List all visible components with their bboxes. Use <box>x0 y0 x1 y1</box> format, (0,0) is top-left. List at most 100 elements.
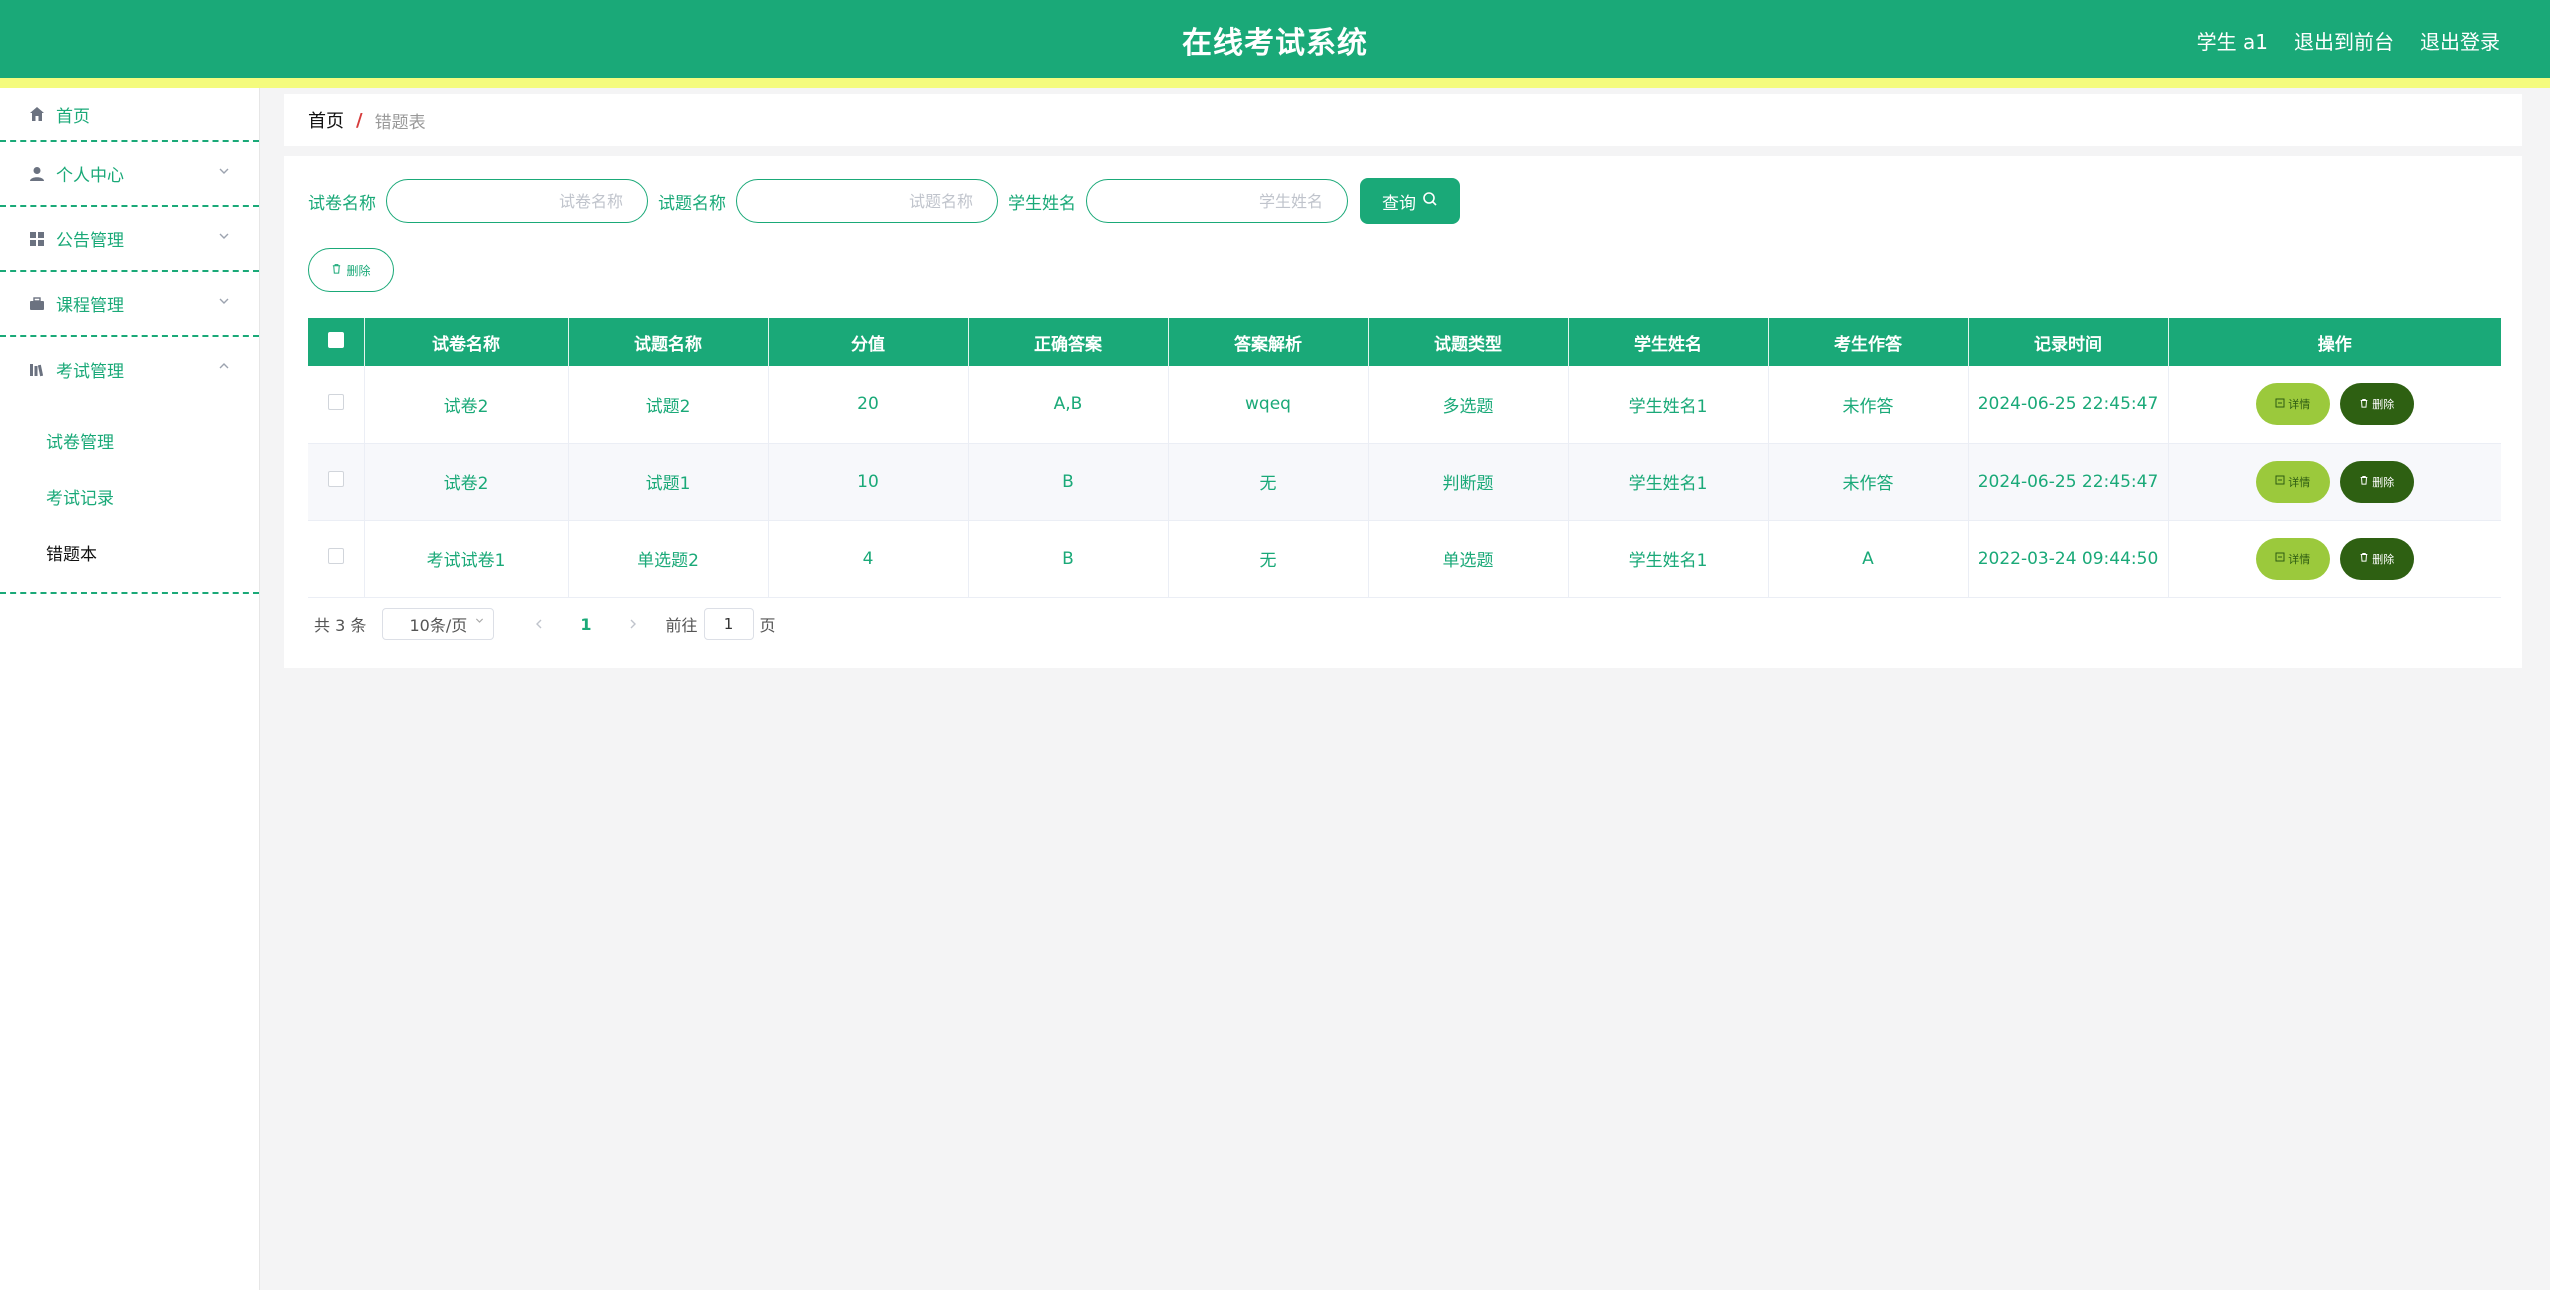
student-name-label: 学生姓名 <box>1008 193 1076 214</box>
question-name-input[interactable] <box>736 179 998 223</box>
column-header: 答案解析 <box>1168 318 1369 366</box>
column-header: 试题类型 <box>1368 318 1569 366</box>
correct-answer-cell: A,B <box>968 366 1169 444</box>
student-name-input[interactable] <box>1086 179 1348 223</box>
actions-cell: 详情 删除 <box>2168 520 2501 598</box>
logout-link[interactable]: 退出登录 <box>2420 26 2500 55</box>
sidebar-item-courses[interactable]: 课程管理 <box>0 272 259 337</box>
column-header: 分值 <box>768 318 969 366</box>
wrong-questions-table: 试卷名称 试题名称 分值 正确答案 答案解析 试题类型 学生姓名 考生作答 记录… <box>308 318 2501 598</box>
table-header-row: 试卷名称 试题名称 分值 正确答案 答案解析 试题类型 学生姓名 考生作答 记录… <box>308 318 2501 366</box>
sidebar-item-notices[interactable]: 公告管理 <box>0 207 259 272</box>
paper-name-input[interactable] <box>386 179 648 223</box>
query-button[interactable]: 查询 <box>1360 178 1460 224</box>
current-user[interactable]: 学生 a1 <box>2197 26 2268 55</box>
sidebar-subitem-wrongbook[interactable]: 错题本 <box>0 524 259 580</box>
column-header: 试题名称 <box>568 318 769 366</box>
exam-submenu: 试卷管理 考试记录 错题本 <box>0 402 259 594</box>
chevron-down-icon <box>474 615 485 629</box>
detail-button-label: 详情 <box>2288 475 2311 489</box>
page-suffix: 页 <box>759 616 776 635</box>
delete-button-label: 删除 <box>2372 475 2395 489</box>
breadcrumb-current: 错题表 <box>374 112 426 133</box>
column-header: 操作 <box>2168 318 2501 366</box>
breadcrumb-home[interactable]: 首页 <box>308 107 344 133</box>
query-button-label: 查询 <box>1382 193 1416 214</box>
row-select-cell <box>308 443 365 521</box>
sidebar: 首页 个人中心 公告管理 课程管理 考试管理 试卷管理 考试记录 错题本 <box>0 88 260 1290</box>
page-number[interactable]: 1 <box>580 615 591 634</box>
page-size-select[interactable]: 10条/页 <box>382 608 495 640</box>
select-all-cell <box>308 318 365 366</box>
briefcase-icon <box>28 295 46 313</box>
paper-name-cell: 考试试卷1 <box>364 520 569 598</box>
select-all-checkbox[interactable] <box>327 331 344 348</box>
detail-button[interactable]: 详情 <box>2255 537 2330 580</box>
app-title: 在线考试系统 <box>1182 26 1368 61</box>
batch-delete-button[interactable]: 删除 <box>308 248 394 292</box>
paper-name-cell: 试卷2 <box>364 443 569 521</box>
total-count: 共 3 条 <box>314 616 367 635</box>
header-actions: 学生 a1 退出到前台 退出登录 <box>2197 26 2500 55</box>
delete-button[interactable]: 删除 <box>2339 537 2414 580</box>
row-checkbox[interactable] <box>327 548 344 564</box>
chevron-down-icon <box>217 294 231 308</box>
delete-button[interactable]: 删除 <box>2339 383 2414 426</box>
trash-icon <box>2359 398 2369 411</box>
table-row: 试卷2 试题2 20 A,B wqeq 多选题 学生姓名1 未作答 2024-0… <box>308 366 2501 444</box>
search-icon <box>1422 191 1438 212</box>
sidebar-item-profile[interactable]: 个人中心 <box>0 142 259 207</box>
page-size-value: 10条/页 <box>409 616 468 635</box>
row-checkbox[interactable] <box>327 393 344 410</box>
paper-name-cell: 试卷2 <box>364 366 569 444</box>
user-icon <box>28 165 46 183</box>
sidebar-item-exams[interactable]: 考试管理 <box>0 337 259 402</box>
search-bar: 试卷名称 试题名称 学生姓名 查询 <box>308 178 1460 224</box>
question-name-cell: 试题2 <box>568 366 769 444</box>
delete-button[interactable]: 删除 <box>2339 460 2414 503</box>
delete-button-label: 删除 <box>2372 398 2395 412</box>
sidebar-subitem-records[interactable]: 考试记录 <box>0 468 259 524</box>
paper-name-label: 试卷名称 <box>308 193 376 214</box>
column-header: 记录时间 <box>1968 318 2169 366</box>
row-checkbox[interactable] <box>327 471 344 487</box>
record-time-cell: 2024-06-25 22:45:47 <box>1968 366 2169 444</box>
app-header: 在线考试系统 学生 a1 退出到前台 退出登录 <box>0 0 2550 78</box>
library-icon <box>28 361 46 379</box>
student-answer-cell: 未作答 <box>1768 366 1969 444</box>
analysis-cell: 无 <box>1168 443 1369 521</box>
goto-label: 前往 <box>665 616 698 635</box>
pagination: 共 3 条 10条/页 1 前往 页 <box>314 608 776 640</box>
student-name-cell: 学生姓名1 <box>1568 366 1769 444</box>
edit-icon <box>2275 475 2285 488</box>
column-header: 学生姓名 <box>1568 318 1769 366</box>
sidebar-item-label: 公告管理 <box>56 231 124 251</box>
next-page-button[interactable] <box>628 615 638 634</box>
sidebar-item-home[interactable]: 首页 <box>0 88 259 142</box>
correct-answer-cell: B <box>968 520 1169 598</box>
batch-delete-label: 删除 <box>346 263 371 278</box>
chevron-up-icon <box>217 359 231 373</box>
detail-button[interactable]: 详情 <box>2255 383 2330 426</box>
sidebar-item-label: 课程管理 <box>56 296 124 316</box>
score-cell: 4 <box>768 520 969 598</box>
content-panel: 试卷名称 试题名称 学生姓名 查询 删除 试卷名称 试题名称 分值 <box>284 156 2522 668</box>
question-name-cell: 单选题2 <box>568 520 769 598</box>
column-header: 试卷名称 <box>364 318 569 366</box>
column-header: 正确答案 <box>968 318 1169 366</box>
breadcrumb: 首页 / 错题表 <box>284 94 2522 146</box>
sidebar-subitem-papers[interactable]: 试卷管理 <box>0 412 259 468</box>
trash-icon <box>2359 552 2369 565</box>
home-icon <box>28 105 46 123</box>
goto-page-input[interactable] <box>703 608 754 640</box>
edit-icon <box>2275 398 2285 411</box>
trash-icon <box>331 263 342 277</box>
prev-page-button[interactable] <box>534 615 544 634</box>
chevron-down-icon <box>217 229 231 243</box>
sidebar-item-label: 个人中心 <box>56 166 124 186</box>
correct-answer-cell: B <box>968 443 1169 521</box>
detail-button[interactable]: 详情 <box>2255 460 2330 503</box>
student-answer-cell: 未作答 <box>1768 443 1969 521</box>
back-to-front-link[interactable]: 退出到前台 <box>2294 26 2394 55</box>
breadcrumb-separator: / <box>356 109 363 131</box>
